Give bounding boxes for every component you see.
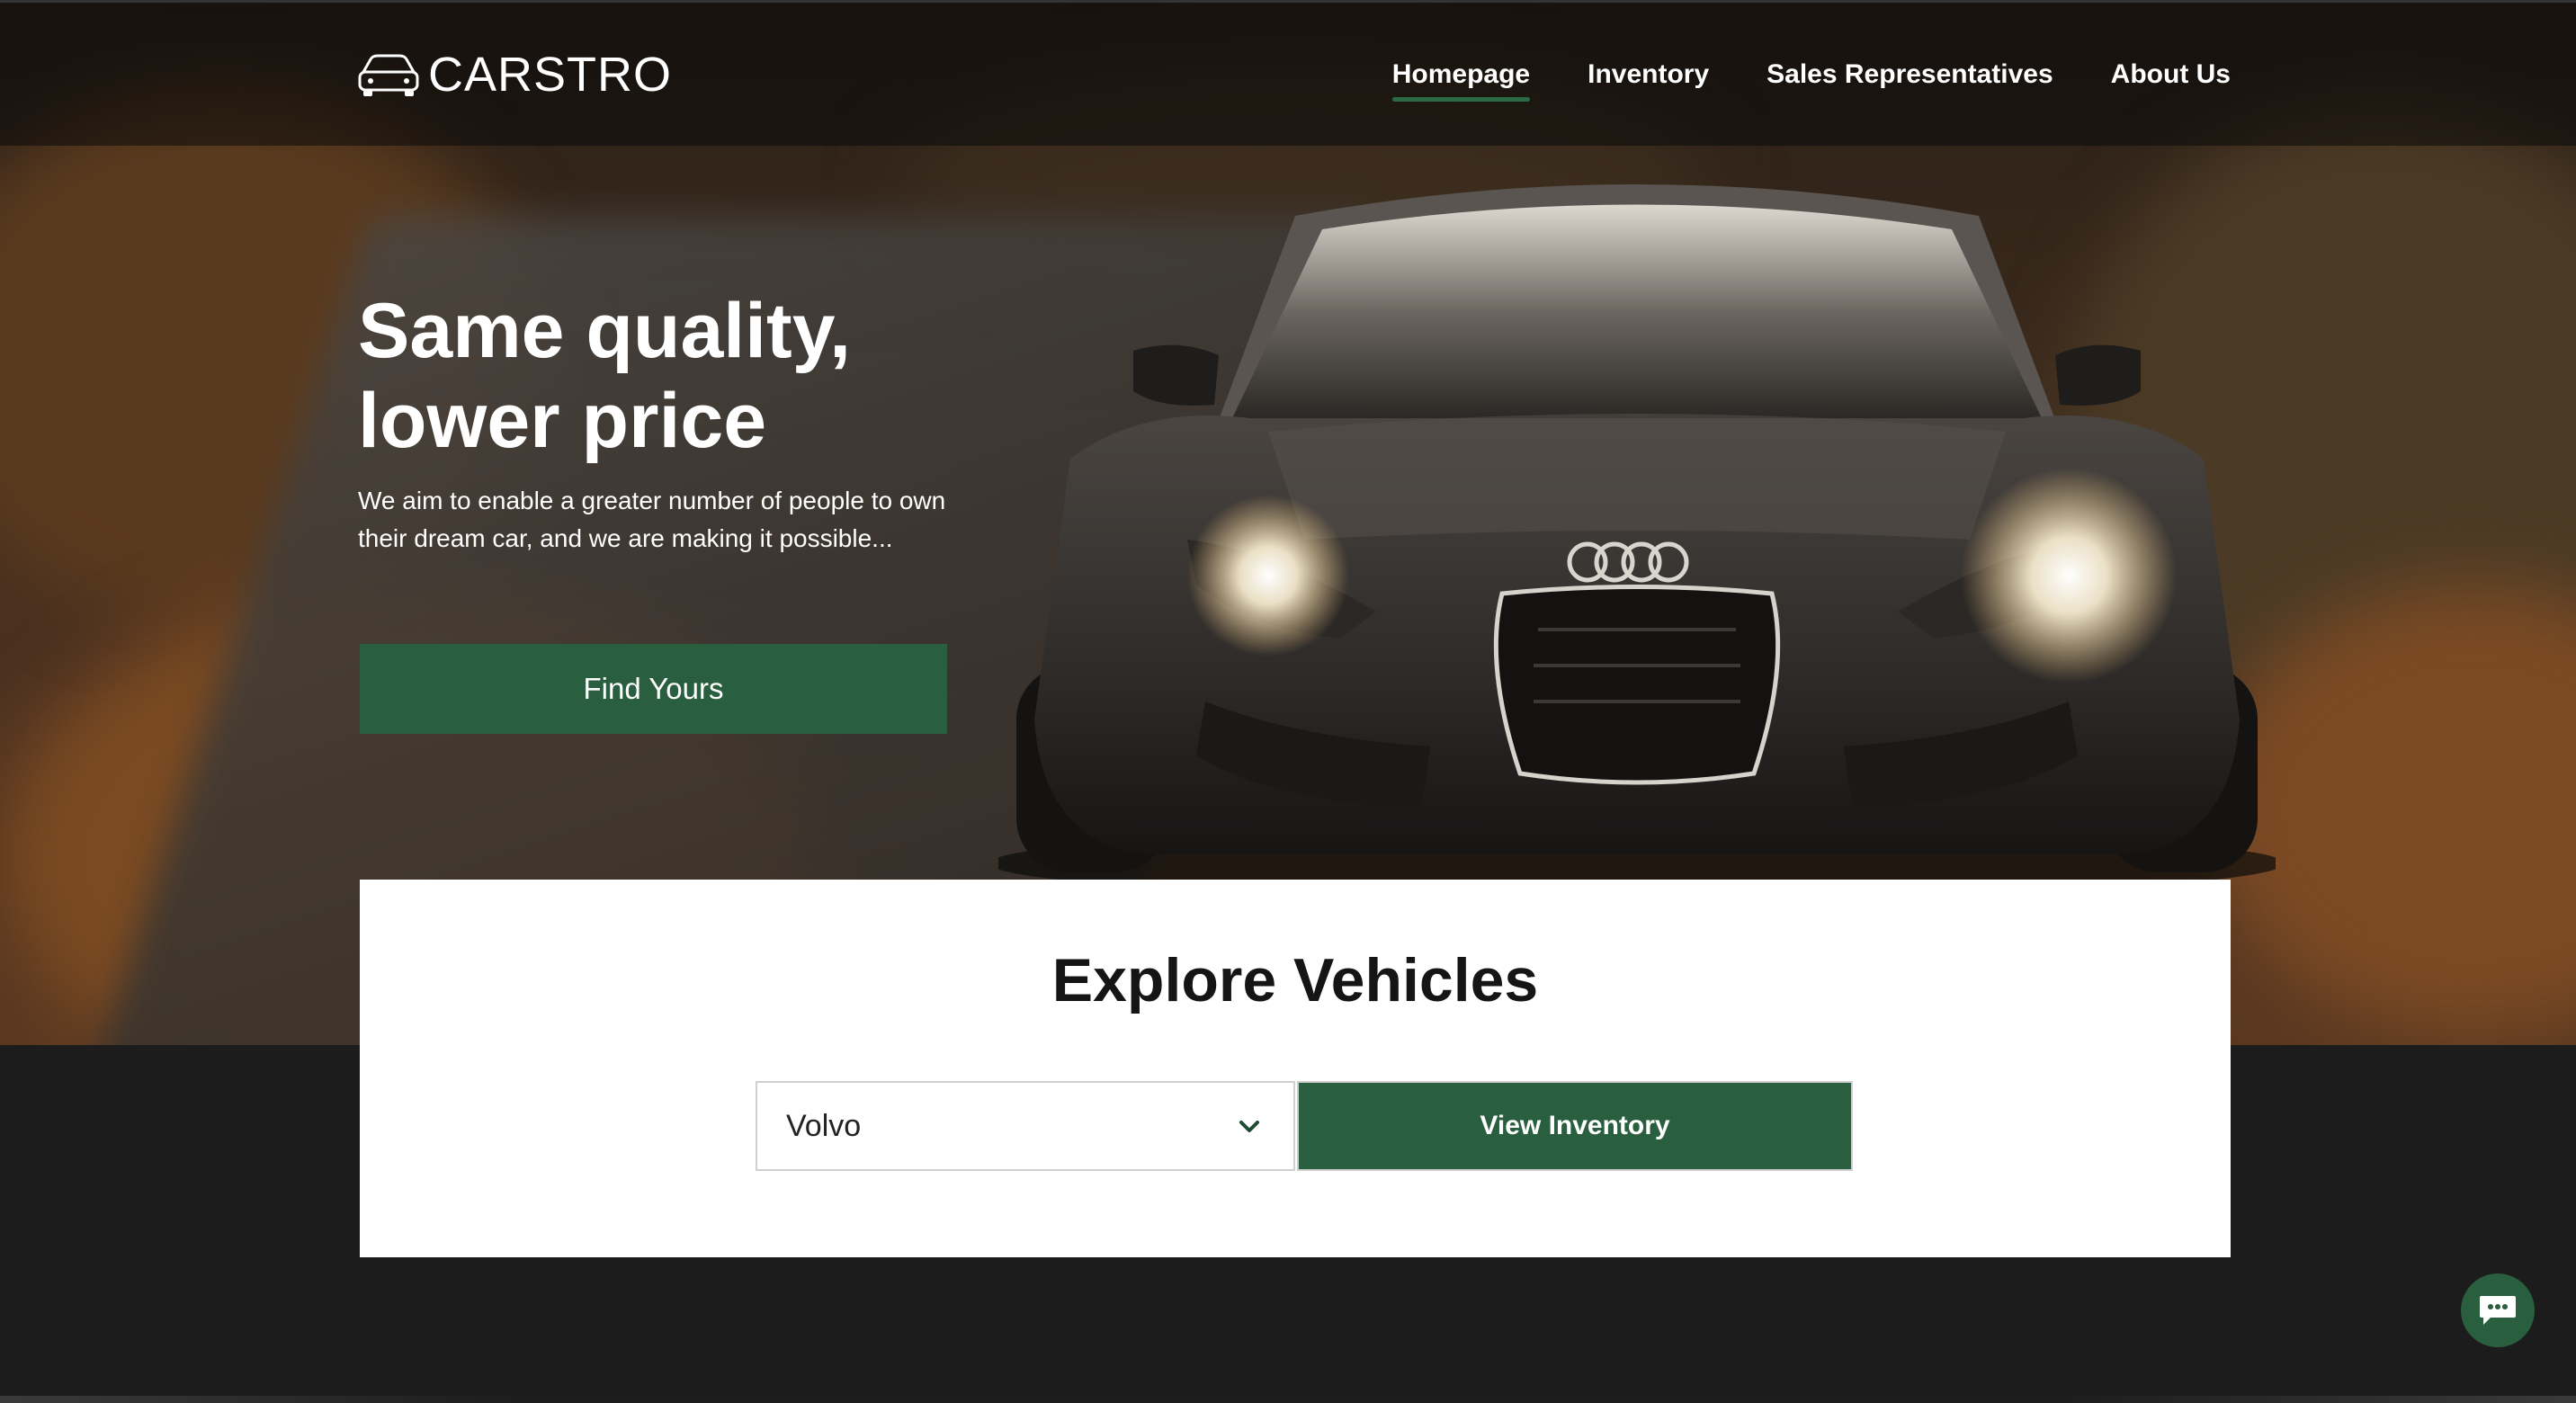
nav-item-homepage[interactable]: Homepage [1391, 55, 1531, 102]
chevron-down-icon [1239, 1121, 1259, 1132]
brand-select[interactable]: Volvo [756, 1081, 1295, 1171]
chat-button[interactable] [2461, 1273, 2535, 1347]
find-yours-button[interactable]: Find Yours [360, 644, 947, 734]
nav-item-sales-representatives[interactable]: Sales Representatives [1767, 55, 2053, 94]
hero-subtitle: We aim to enable a greater number of peo… [358, 487, 946, 552]
top-navigation: CARSTRO Homepage Inventory Sales Represe… [0, 0, 2576, 146]
hero-title-line-1: Same quality, [358, 288, 852, 374]
view-inventory-button[interactable]: View Inventory [1297, 1081, 1853, 1171]
brand-logo[interactable]: CARSTRO [358, 49, 672, 100]
explore-vehicles-card: Explore Vehicles Volvo View Inventory [360, 880, 2231, 1257]
brand-select-value: Volvo [786, 1108, 862, 1143]
next-section-edge [0, 1396, 2576, 1403]
chat-bubble-icon [2480, 1296, 2516, 1325]
car-image [998, 184, 2276, 881]
hero-title: Same quality, lower price [358, 286, 1078, 466]
nav-menu: Homepage Inventory Sales Representatives… [1391, 55, 2231, 102]
brand-name: CARSTRO [428, 48, 673, 102]
car-outline-icon [358, 54, 419, 96]
hero-title-line-2: lower price [358, 378, 767, 464]
nav-item-inventory[interactable]: Inventory [1588, 55, 1709, 94]
nav-item-about-us[interactable]: About Us [2111, 55, 2231, 94]
page: CARSTRO Homepage Inventory Sales Represe… [0, 0, 2576, 1403]
explore-title: Explore Vehicles [1051, 946, 1539, 1014]
